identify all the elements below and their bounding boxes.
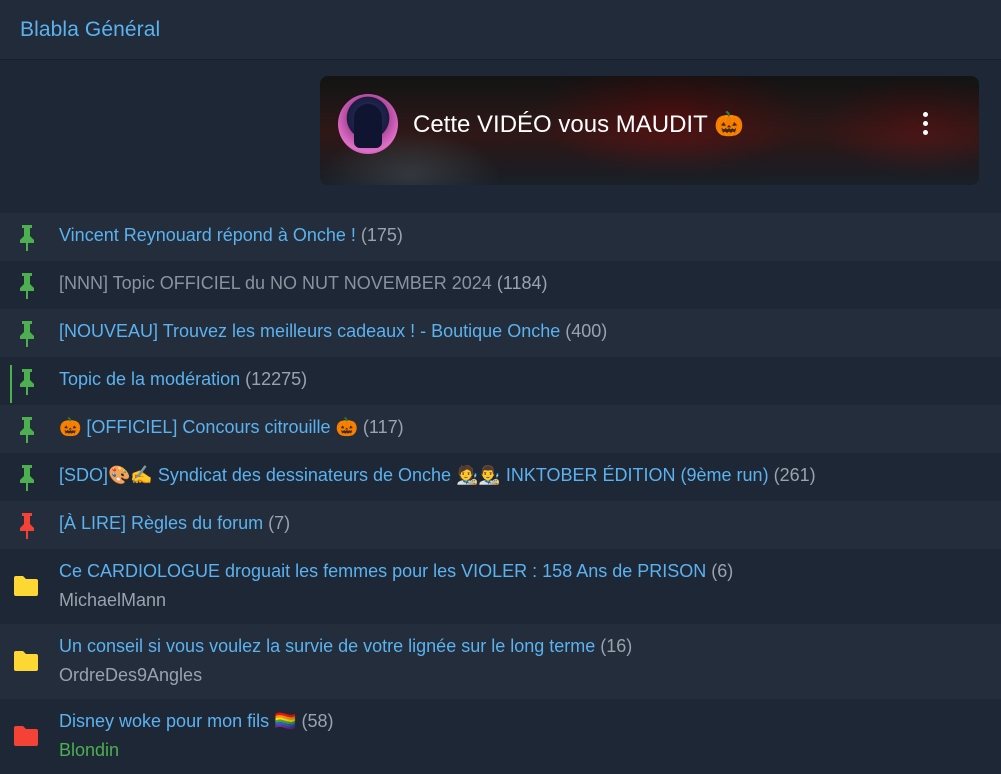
folder-icon: [14, 576, 38, 596]
forum-panel: Blabla Général Cette VIDÉO vous MAUDIT 🎃…: [0, 0, 1001, 774]
topic-list: Vincent Reynouard répond à Onche ! (175)…: [0, 213, 1001, 774]
pin-icon: [20, 321, 34, 347]
pinned-topic-row[interactable]: [NNN] Topic OFFICIEL du NO NUT NOVEMBER …: [0, 261, 1001, 309]
video-embed-area: Cette VIDÉO vous MAUDIT 🎃: [0, 60, 1001, 213]
forum-title[interactable]: Blabla Général: [20, 18, 160, 42]
pin-icon: [20, 513, 34, 539]
topic-title[interactable]: [NNN] Topic OFFICIEL du NO NUT NOVEMBER …: [59, 273, 492, 293]
reply-count: (175): [360, 225, 403, 245]
reply-count: (6): [711, 561, 734, 581]
topic-title[interactable]: Ce CARDIOLOGUE droguait les femmes pour …: [59, 561, 706, 581]
reply-count: (58): [301, 711, 334, 731]
topic-author[interactable]: OrdreDes9Angles: [59, 665, 202, 686]
topic-title[interactable]: Topic de la modération: [59, 369, 240, 389]
pin-icon: [20, 225, 34, 251]
topic-title[interactable]: [NOUVEAU] Trouvez les meilleurs cadeaux …: [59, 321, 560, 341]
reply-count: (12275): [245, 369, 308, 389]
topic-row[interactable]: Disney woke pour mon fils 🏳️‍🌈 (58) Blon…: [0, 699, 1001, 774]
topic-row[interactable]: Un conseil si vous voulez la survie de v…: [0, 624, 1001, 699]
topic-row[interactable]: Ce CARDIOLOGUE droguait les femmes pour …: [0, 549, 1001, 624]
folder-icon: [14, 726, 38, 746]
reply-count: (16): [600, 636, 633, 656]
topic-title[interactable]: 🎃 [OFFICIEL] Concours citrouille 🎃: [59, 417, 358, 437]
moderation-marker: [10, 365, 12, 403]
pinned-topic-row[interactable]: [SDO]🎨✍️ Syndicat des dessinateurs de On…: [0, 453, 1001, 501]
video-title[interactable]: Cette VIDÉO vous MAUDIT 🎃: [413, 110, 744, 139]
topic-title[interactable]: Un conseil si vous voulez la survie de v…: [59, 636, 595, 656]
pinned-topic-row[interactable]: Vincent Reynouard répond à Onche ! (175): [0, 213, 1001, 261]
topic-title[interactable]: [SDO]🎨✍️ Syndicat des dessinateurs de On…: [59, 465, 769, 485]
reply-count: (261): [773, 465, 816, 485]
pinned-topic-row[interactable]: [NOUVEAU] Trouvez les meilleurs cadeaux …: [0, 309, 1001, 357]
pinned-topic-row[interactable]: 🎃 [OFFICIEL] Concours citrouille 🎃 (117): [0, 405, 1001, 453]
more-options-icon[interactable]: [923, 112, 929, 138]
topic-title[interactable]: [À LIRE] Règles du forum: [59, 513, 263, 533]
reply-count: (7): [268, 513, 291, 533]
pin-icon: [20, 273, 34, 299]
forum-header: Blabla Général: [0, 0, 1001, 60]
topic-title[interactable]: Vincent Reynouard répond à Onche !: [59, 225, 356, 245]
pin-icon: [20, 465, 34, 491]
reply-count: (400): [565, 321, 608, 341]
pinned-topic-row[interactable]: [À LIRE] Règles du forum (7): [0, 501, 1001, 549]
pin-icon: [20, 369, 34, 395]
reply-count: (117): [362, 417, 404, 437]
reply-count: (1184): [496, 273, 548, 293]
channel-avatar[interactable]: [338, 94, 398, 154]
topic-title[interactable]: Disney woke pour mon fils 🏳️‍🌈: [59, 711, 297, 731]
topic-author[interactable]: MichaelMann: [59, 590, 166, 611]
pinned-topic-row[interactable]: Topic de la modération (12275): [0, 357, 1001, 405]
video-embed[interactable]: Cette VIDÉO vous MAUDIT 🎃: [320, 76, 979, 185]
folder-icon: [14, 651, 38, 671]
pin-icon: [20, 417, 34, 443]
topic-author[interactable]: Blondin: [59, 740, 119, 761]
